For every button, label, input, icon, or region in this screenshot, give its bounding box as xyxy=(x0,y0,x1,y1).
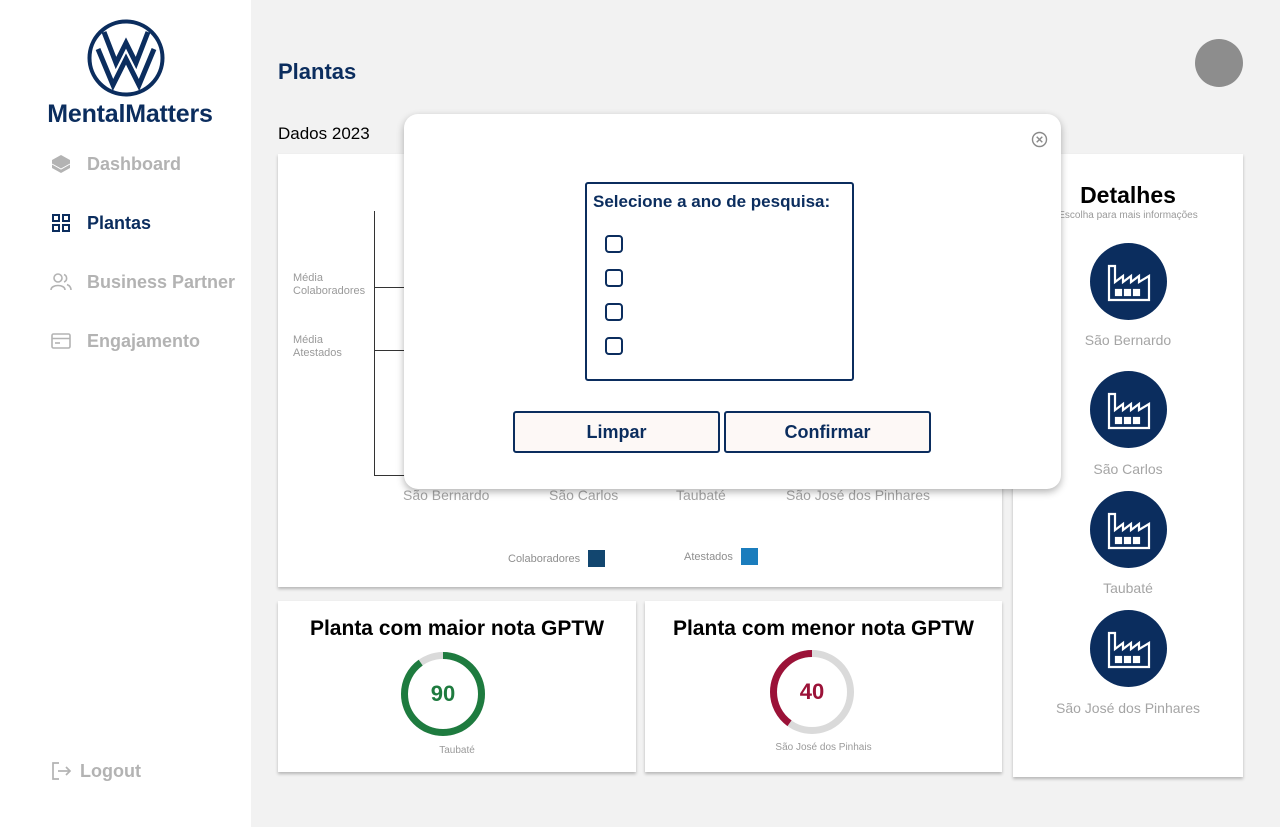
gptw-best-plant: Taubaté xyxy=(439,745,475,756)
sidebar-item-plantas[interactable]: Plantas xyxy=(50,208,151,238)
plant-name: Taubaté xyxy=(1103,580,1153,596)
legend-item-atestados: Atestados xyxy=(684,548,758,565)
gptw-best-gauge: 90 xyxy=(398,649,488,739)
chart-x-label: Taubaté xyxy=(676,487,726,503)
brand-name: MentalMatters xyxy=(47,100,213,128)
sidebar-item-engajamento[interactable]: Engajamento xyxy=(50,326,200,356)
year-checkbox[interactable] xyxy=(605,337,623,355)
logout-button[interactable]: Logout xyxy=(50,760,141,782)
chart-tick xyxy=(374,350,404,351)
clear-button[interactable]: Limpar xyxy=(513,411,720,453)
gptw-worst-card: Planta com menor nota GPTW 40 São José d… xyxy=(645,601,1002,772)
plant-name: São José dos Pinhares xyxy=(1056,700,1200,716)
plant-button-sao-bernardo[interactable] xyxy=(1090,243,1167,320)
sidebar-item-label: Business Partner xyxy=(87,271,236,292)
sidebar-item-dashboard[interactable]: Dashboard xyxy=(50,149,181,179)
sidebar-item-label: Dashboard xyxy=(87,153,182,174)
factory-icon xyxy=(1107,264,1150,301)
legend-swatch xyxy=(588,550,606,567)
year-select-box: Selecione a ano de pesquisa: xyxy=(585,182,854,381)
data-year-label: Dados 2023 xyxy=(278,124,370,143)
gptw-best-card: Planta com maior nota GPTW 90 Taubaté xyxy=(278,601,636,772)
gptw-best-value: 90 xyxy=(430,681,456,706)
legend-label: Atestados xyxy=(684,550,733,563)
year-checkbox[interactable] xyxy=(605,269,623,287)
logout-icon xyxy=(52,762,72,780)
gptw-worst-gauge: 40 xyxy=(767,647,857,737)
plant-button-taubate[interactable] xyxy=(1090,491,1167,568)
year-select-modal: Selecione a ano de pesquisa: Limpar Conf… xyxy=(404,114,1061,489)
close-icon[interactable] xyxy=(1031,131,1048,148)
factory-icon xyxy=(1107,512,1150,549)
sidebar-item-label: Plantas xyxy=(87,212,152,233)
legend-swatch xyxy=(740,548,758,565)
sidebar-item-business-partner[interactable]: Business Partner xyxy=(50,267,235,297)
avatar[interactable] xyxy=(1195,39,1243,87)
page-title: Plantas xyxy=(278,59,357,84)
chart-y-label: Média Colaboradores xyxy=(293,272,366,297)
year-checkbox[interactable] xyxy=(605,303,623,321)
factory-icon xyxy=(1107,392,1150,429)
chart-y-axis xyxy=(374,211,375,476)
grid-icon xyxy=(50,212,72,234)
card-icon xyxy=(50,330,72,352)
confirm-button[interactable]: Confirmar xyxy=(724,411,931,453)
factory-icon xyxy=(1107,631,1150,668)
chart-tick xyxy=(374,287,404,288)
chart-x-label: São Bernardo xyxy=(403,487,490,503)
chart-y-label: Média Atestados xyxy=(293,334,342,359)
sidebar: MentalMatters Dashboard Plantas Business… xyxy=(0,0,251,827)
logout-label: Logout xyxy=(80,760,141,781)
gptw-best-title: Planta com maior nota GPTW xyxy=(309,617,605,640)
users-icon xyxy=(50,271,72,293)
chart-x-label: São José dos Pinhares xyxy=(786,487,930,503)
gptw-worst-plant: São José dos Pinhais xyxy=(775,742,872,753)
sidebar-item-label: Engajamento xyxy=(87,330,201,351)
gptw-worst-title: Planta com menor nota GPTW xyxy=(672,617,975,640)
plant-button-sao-jose-dos-pinhares[interactable] xyxy=(1090,610,1167,687)
legend-item-colaboradores: Colaboradores xyxy=(508,550,606,567)
layers-icon xyxy=(50,153,72,175)
vw-logo-icon xyxy=(87,19,165,97)
plant-button-sao-carlos[interactable] xyxy=(1090,371,1167,448)
gptw-worst-value: 40 xyxy=(799,679,825,704)
year-select-title: Selecione a ano de pesquisa: xyxy=(593,192,831,211)
legend-label: Colaboradores xyxy=(508,552,581,565)
year-checkbox[interactable] xyxy=(605,235,623,253)
chart-x-label: São Carlos xyxy=(549,487,619,503)
